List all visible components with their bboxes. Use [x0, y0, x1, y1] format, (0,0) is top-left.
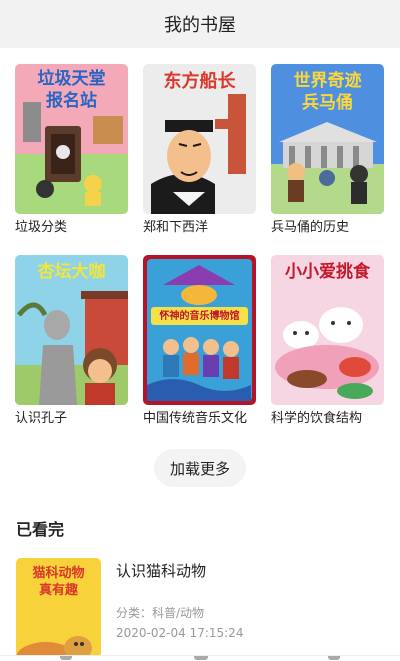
- book-cover[interactable]: 东方船长: [143, 64, 256, 214]
- book-title: 科学的饮食结构: [271, 411, 363, 426]
- cover-title-line: 东方船长: [163, 71, 236, 91]
- load-more-container: 加载更多: [0, 449, 400, 487]
- cover-title-line: 兵马俑: [302, 93, 353, 112]
- cover-title-line: 猫科动物: [32, 565, 85, 580]
- book-cover[interactable]: 世界奇迹 兵马俑: [271, 64, 384, 214]
- book-card[interactable]: 垃圾天堂 报名站 垃圾分类: [15, 64, 128, 238]
- book-title: 中国传统音乐文化: [143, 411, 248, 426]
- watched-book-title: 认识猫科动物: [116, 562, 207, 580]
- book-grid: 垃圾天堂 报名站 垃圾分类 东方船长 郑和下西洋 世界奇迹 兵马俑 兵马俑的历史…: [0, 48, 400, 429]
- cover-title-line: 垃圾天堂: [37, 69, 106, 88]
- nav-icon[interactable]: [60, 656, 72, 660]
- book-cover[interactable]: 垃圾天堂 报名站: [15, 64, 128, 214]
- nav-icon[interactable]: [194, 656, 208, 660]
- nav-icon[interactable]: [328, 656, 340, 660]
- watched-list-item[interactable]: 猫科动物 真有趣 认识猫科动物 分类：科普/动物 2020-02-04 17:1…: [16, 558, 400, 658]
- watched-info: 认识猫科动物 分类：科普/动物 2020-02-04 17:15:24: [116, 558, 243, 658]
- bottom-nav-edge: [0, 655, 400, 661]
- cover-title-line: 世界奇迹: [293, 71, 362, 90]
- watched-category: 分类：科普/动物: [116, 606, 205, 620]
- book-cover[interactable]: 小小爱挑食: [271, 255, 384, 405]
- cover-title-line: 真有趣: [38, 582, 78, 597]
- book-card[interactable]: 怀神的音乐博物馆 中国传统音乐文化: [143, 255, 256, 429]
- cover-title-line: 小小爱挑食: [285, 262, 370, 281]
- cover-title-line: 杏坛大咖: [37, 262, 106, 281]
- watched-section-title: 已看完: [16, 520, 65, 539]
- cover-title-line: 怀神的音乐博物馆: [159, 311, 240, 322]
- book-cover[interactable]: 怀神的音乐博物馆: [143, 255, 256, 405]
- book-cover[interactable]: 猫科动物 真有趣: [16, 558, 101, 658]
- load-more-button[interactable]: 加载更多: [154, 449, 246, 487]
- book-title: 兵马俑的历史: [271, 220, 350, 235]
- book-cover[interactable]: 杏坛大咖: [15, 255, 128, 405]
- page-title: 我的书屋: [164, 15, 236, 36]
- book-title: 垃圾分类: [15, 220, 68, 235]
- book-title: 郑和下西洋: [143, 220, 209, 235]
- book-card[interactable]: 杏坛大咖 认识孔子: [15, 255, 128, 429]
- book-title: 认识孔子: [15, 411, 68, 426]
- cover-title-line: 报名站: [46, 91, 97, 110]
- book-card[interactable]: 小小爱挑食 科学的饮食结构: [271, 255, 384, 429]
- top-bar: 我的书屋: [0, 0, 400, 48]
- watched-timestamp: 2020-02-04 17:15:24: [116, 626, 244, 640]
- book-card[interactable]: 东方船长 郑和下西洋: [143, 64, 256, 238]
- book-card[interactable]: 世界奇迹 兵马俑 兵马俑的历史: [271, 64, 384, 238]
